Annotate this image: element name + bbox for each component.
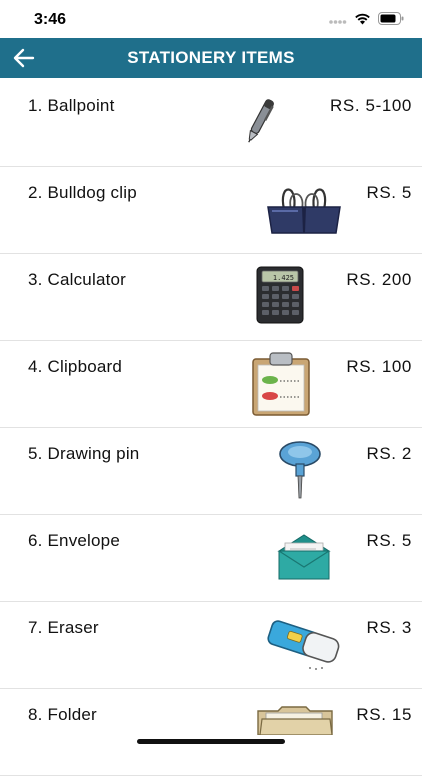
item-price: RS. 5 [366,531,412,550]
list-item-eraser[interactable]: 7. Eraser RS. 3 [0,602,422,689]
header: STATIONERY ITEMS [0,38,422,78]
item-label: 4. Clipboard [28,357,123,376]
item-label: 2. Bulldog clip [28,183,137,202]
list-item-clipboard[interactable]: 4. Clipboard RS. 100 [0,341,422,428]
item-label: 3. Calculator [28,270,127,289]
item-label: 5. Drawing pin [28,444,140,463]
wifi-icon [355,13,370,24]
status-time: 3:46 [34,11,67,28]
item-price: RS. 5 [366,183,412,202]
bulldog-clip-icon [264,179,344,244]
item-price: RS. 2 [366,444,412,463]
item-price: RS. 5-100 [330,96,412,115]
ballpoint-pen-icon [240,96,280,151]
page-title: STATIONERY ITEMS [127,48,295,67]
home-indicator[interactable] [137,739,285,744]
arrow-left-icon [13,48,35,68]
status-icons [329,12,404,25]
item-label: 6. Envelope [28,531,120,550]
clipboard-icon [250,351,312,422]
item-label: 8. Folder [28,705,97,724]
back-button[interactable] [12,47,36,69]
item-price: RS. 100 [346,357,412,376]
item-price: RS. 200 [346,270,412,289]
item-label: 1. Ballpoint [28,96,115,115]
drawing-pin-icon [276,440,324,507]
list-item-drawing-pin[interactable]: 5. Drawing pin RS. 2 [0,428,422,515]
envelope-icon [276,533,332,586]
item-price: RS. 3 [366,618,412,637]
svg-text:1.425: 1.425 [273,274,294,282]
stationery-list: 1. Ballpoint RS. 5-100 2. Bulldog clip R… [0,80,422,776]
list-item-calculator[interactable]: 3. Calculator 1.425 RS. 200 [0,254,422,341]
folder-icon [256,705,336,740]
list-item-envelope[interactable]: 6. Envelope RS. 5 [0,515,422,602]
item-price: RS. 15 [356,705,412,724]
list-item-folder[interactable]: 8. Folder RS. 15 [0,689,422,776]
calculator-icon: 1.425 [256,266,304,329]
item-label: 7. Eraser [28,618,99,637]
status-bar: 3:46 [0,0,422,38]
cellular-signal-icon [329,19,347,24]
eraser-icon [262,616,346,677]
list-item-ballpoint[interactable]: 1. Ballpoint RS. 5-100 [0,80,422,167]
list-item-bulldog-clip[interactable]: 2. Bulldog clip RS. 5 [0,167,422,254]
battery-icon [378,12,404,25]
